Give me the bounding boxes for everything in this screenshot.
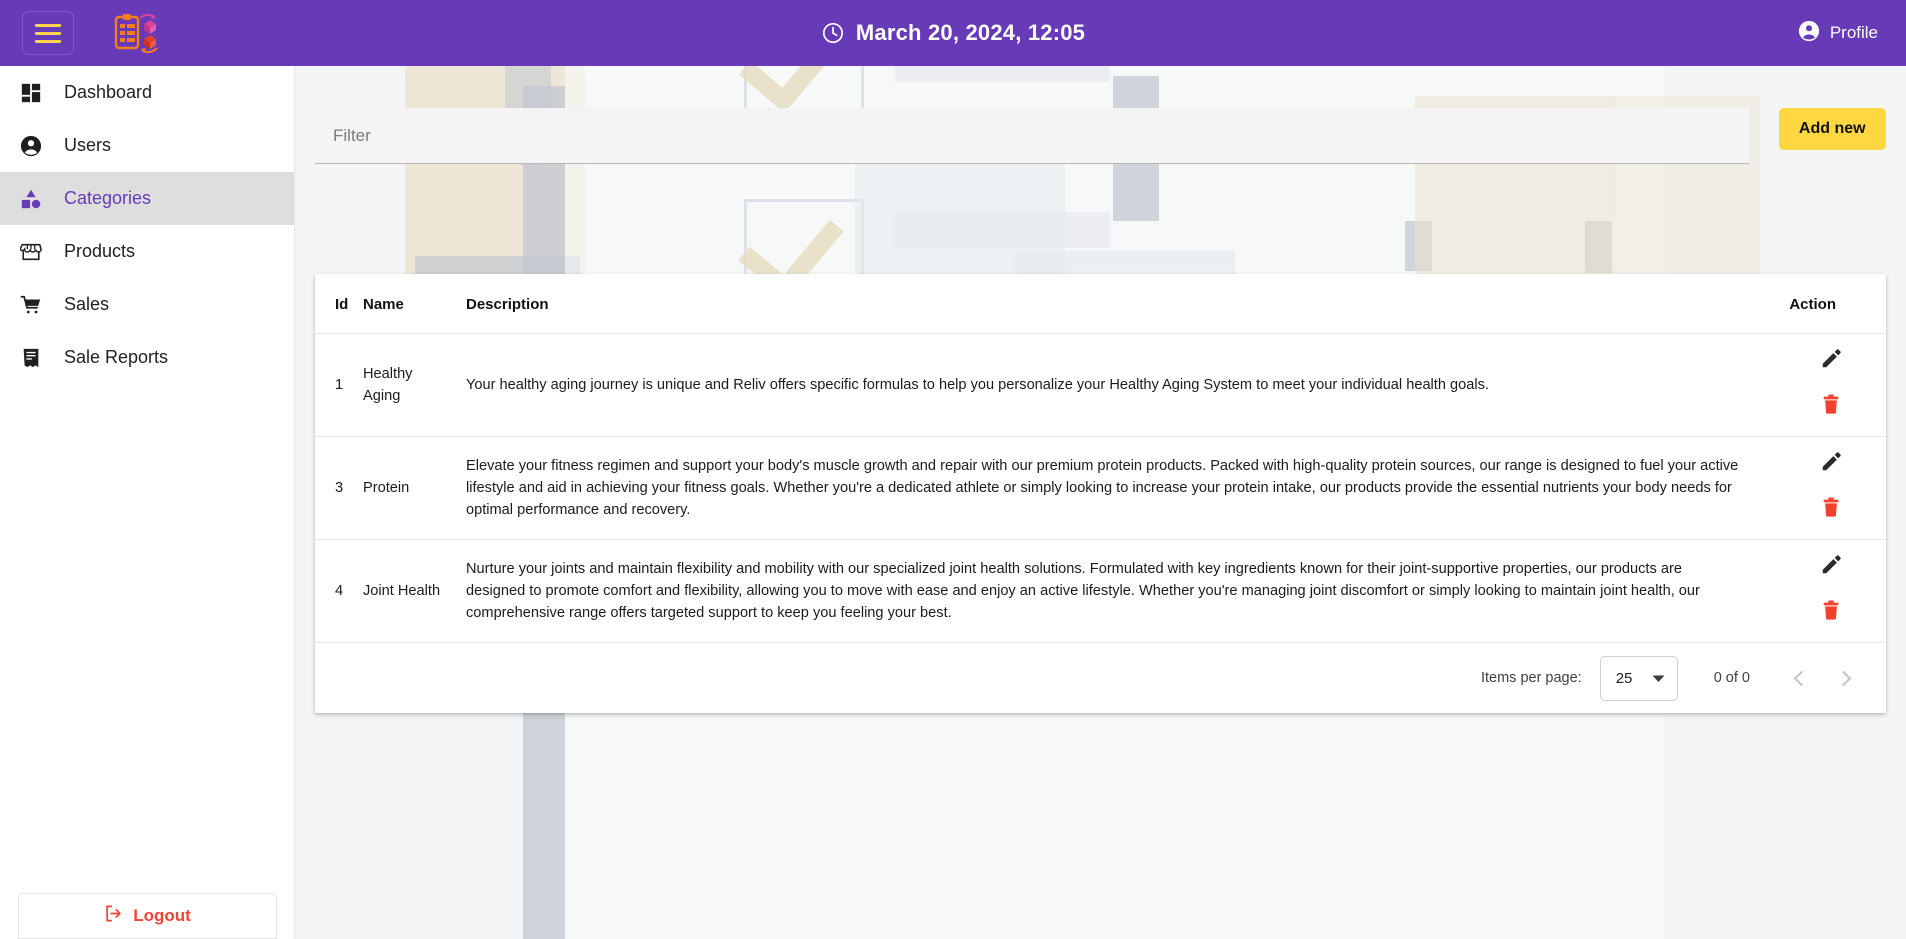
top-app-bar: March 20, 2024, 12:05 Profile (0, 0, 1906, 66)
column-header-name: Name (363, 274, 466, 334)
pagination-range-label: 0 of 0 (1713, 670, 1750, 686)
cell-id: 3 (315, 436, 363, 540)
chevron-left-icon (1793, 670, 1809, 686)
clock-icon (821, 21, 845, 45)
toolbar: Add new (315, 108, 1886, 174)
sidebar-item-sale-reports[interactable]: Sale Reports (0, 331, 294, 384)
hamburger-line (35, 31, 61, 35)
categories-table-card: Id Name Description Action 1 Healthy Agi… (315, 274, 1886, 713)
column-header-id: Id (315, 274, 363, 334)
category-icon (18, 186, 44, 212)
items-per-page-select[interactable]: 25 (1599, 655, 1678, 701)
column-header-action: Action (1766, 274, 1886, 334)
table-row: 1 Healthy Aging Your healthy aging journ… (315, 333, 1886, 437)
cell-description: Elevate your fitness regimen and support… (466, 436, 1766, 540)
receipt-icon (18, 345, 44, 371)
edit-pencil-icon[interactable] (1766, 554, 1842, 583)
hamburger-line (35, 39, 61, 43)
sidebar-item-label: Categories (64, 188, 152, 208)
sidebar-item-label: Dashboard (64, 82, 153, 102)
table-header-row: Id Name Description Action (315, 274, 1886, 334)
delete-trash-icon[interactable] (1766, 599, 1842, 628)
add-new-button[interactable]: Add new (1778, 108, 1886, 150)
shopping-cart-icon (18, 292, 44, 318)
items-per-page-value: 25 (1615, 669, 1633, 687)
delete-trash-icon[interactable] (1766, 393, 1842, 422)
chevron-down-icon (1652, 670, 1665, 687)
cell-actions (1766, 539, 1886, 643)
current-datetime: March 20, 2024, 12:05 (0, 20, 1906, 46)
cell-description: Your healthy aging journey is unique and… (466, 333, 1766, 437)
cell-actions (1766, 333, 1886, 437)
edit-pencil-icon[interactable] (1766, 451, 1842, 480)
hamburger-menu-icon[interactable] (22, 11, 74, 55)
previous-page-button[interactable] (1780, 657, 1822, 699)
table-body: 1 Healthy Aging Your healthy aging journ… (315, 333, 1886, 643)
account-circle-icon (18, 133, 44, 159)
column-header-description: Description (466, 274, 1766, 334)
sidebar-item-products[interactable]: Products (0, 225, 294, 278)
cell-actions (1766, 436, 1886, 540)
table-row: 4 Joint Health Nurture your joints and m… (315, 539, 1886, 643)
filter-input[interactable] (315, 108, 1749, 164)
chevron-right-icon (1835, 670, 1851, 686)
table-paginator: Items per page: 25 0 of 0 (315, 643, 1886, 713)
cell-id: 4 (315, 539, 363, 643)
next-page-button[interactable] (1822, 657, 1864, 699)
edit-pencil-icon[interactable] (1766, 348, 1842, 377)
hamburger-line (35, 23, 61, 27)
table-row: 3 Protein Elevate your fitness regimen a… (315, 436, 1886, 540)
logout-label: Logout (133, 906, 191, 925)
store-icon (18, 239, 44, 265)
cell-name: Joint Health (363, 539, 466, 643)
cell-description: Nurture your joints and maintain flexibi… (466, 539, 1766, 643)
sidebar-item-sales[interactable]: Sales (0, 278, 294, 331)
sidebar-item-label: Sale Reports (64, 347, 169, 367)
sidebar-item-users[interactable]: Users (0, 119, 294, 172)
delete-trash-icon[interactable] (1766, 496, 1842, 525)
sidebar-navigation: Dashboard Users Categories Products Sale… (0, 66, 295, 939)
profile-button[interactable]: Profile (1798, 20, 1878, 47)
cell-name: Healthy Aging (363, 333, 466, 437)
sidebar-item-label: Users (64, 135, 112, 155)
sidebar-item-dashboard[interactable]: Dashboard (0, 66, 294, 119)
cell-id: 1 (315, 333, 363, 437)
logout-button[interactable]: Logout (18, 893, 277, 939)
items-per-page-label: Items per page: (1480, 670, 1582, 686)
sidebar-item-label: Products (64, 241, 136, 261)
logout-container: Logout (0, 893, 295, 939)
cell-name: Protein (363, 436, 466, 540)
profile-label: Profile (1829, 23, 1878, 42)
sidebar-item-label: Sales (64, 294, 110, 314)
clipboard-inventory-logo (108, 12, 168, 54)
categories-table: Id Name Description Action 1 Healthy Agi… (315, 274, 1886, 643)
dashboard-icon (18, 80, 44, 106)
account-circle-icon (1798, 20, 1820, 47)
main-content: Add new Id Name Description Action 1 Hea… (295, 66, 1906, 939)
datetime-text: March 20, 2024, 12:05 (855, 20, 1086, 45)
table-header: Id Name Description Action (315, 274, 1886, 334)
logout-icon (104, 904, 123, 928)
sidebar-item-categories[interactable]: Categories (0, 172, 294, 225)
